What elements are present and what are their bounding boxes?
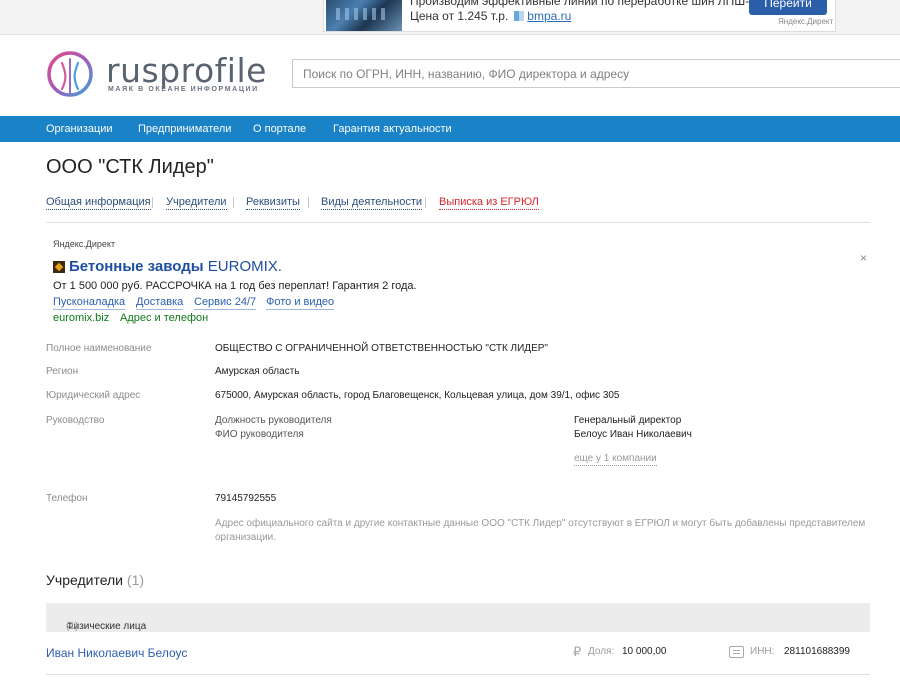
logo-tagline: МАЯК В ОКЕАНЕ ИНФОРМАЦИИ xyxy=(108,86,259,93)
nav-guarantee[interactable]: Гарантия актуальности xyxy=(333,116,452,142)
id-card-icon xyxy=(729,646,744,658)
ad-link-commissioning[interactable]: Пусконаладка xyxy=(53,296,126,310)
ad-link-delivery[interactable]: Доставка xyxy=(136,296,184,310)
ad-contacts-link[interactable]: Адрес и телефон xyxy=(120,312,208,324)
director-value: Белоус Иван Николаевич xyxy=(574,429,692,440)
direct-ad-title-bold: Бетонные заводы xyxy=(69,258,204,275)
share-value: 10 000,00 xyxy=(622,646,667,657)
tab-separator xyxy=(233,197,234,208)
ad-domain-link[interactable]: euromix.biz xyxy=(53,312,109,324)
top-ad-text: Производим эффективные линии по перерабо… xyxy=(410,0,773,8)
top-ad-direct-label: Яндекс.Директ xyxy=(778,17,834,26)
tab-egrul-extract[interactable]: Выписка из ЕГРЮЛ xyxy=(439,195,539,210)
region-label: Регион xyxy=(46,366,79,377)
divider xyxy=(46,674,870,675)
address-label: Юридический адрес xyxy=(46,390,141,401)
nav-entrepreneurs[interactable]: Предприниматели xyxy=(138,116,231,142)
page-title: ООО "СТК Лидер" xyxy=(46,156,214,178)
tab-separator xyxy=(308,197,309,208)
direct-ad-title-rest: EUROMIX. xyxy=(207,258,282,275)
direct-ad-text: От 1 500 000 руб. РАССРОЧКА на 1 год без… xyxy=(53,280,417,292)
phone-value: 79145792555 xyxy=(215,493,277,504)
divider xyxy=(46,222,870,223)
site-favicon-icon xyxy=(514,11,525,21)
inn-value: 281101688399 xyxy=(784,646,850,657)
top-ad-go-button[interactable]: Перейти xyxy=(749,0,827,15)
rusprofile-logo[interactable]: rusprofile МАЯК В ОКЕАНЕ ИНФОРМАЦИИ xyxy=(46,49,276,101)
contacts-note: Адрес официального сайта и другие контак… xyxy=(215,518,866,543)
full-name-label: Полное наименование xyxy=(46,343,152,354)
direct-ad-title-link[interactable]: Бетонные заводы EUROMIX. xyxy=(69,258,282,275)
ad-link-service[interactable]: Сервис 24/7 xyxy=(194,296,257,310)
ad-link-photo-video[interactable]: Фото и видео xyxy=(266,296,335,310)
tab-general-info[interactable]: Общая информация xyxy=(46,195,151,210)
direct-ad-label: Яндекс.Директ xyxy=(53,239,116,249)
top-ad-price-line: Цена от 1.245 т.р. bmpa.ru xyxy=(410,9,571,23)
search-input[interactable] xyxy=(292,59,900,88)
top-ad-domain-link[interactable]: bmpa.ru xyxy=(527,9,571,23)
inn-label: ИНН: xyxy=(750,646,775,657)
region-value: Амурская область xyxy=(215,366,300,377)
close-icon[interactable]: × xyxy=(860,251,867,265)
tab-activities[interactable]: Виды деятельности xyxy=(321,195,423,210)
director-label: ФИО руководителя xyxy=(215,429,304,440)
ad-favicon-icon xyxy=(53,261,65,273)
top-ad-price: Цена от 1.245 т.р. xyxy=(410,9,509,23)
position-label: Должность руководителя xyxy=(215,415,332,426)
address-value: 675000, Амурская область, город Благовещ… xyxy=(215,390,620,401)
tab-separator xyxy=(152,197,153,208)
founders-count: (1) xyxy=(126,572,145,588)
founders-title: Учредители xyxy=(46,572,124,588)
nav-about[interactable]: О портале xyxy=(253,116,306,142)
phone-label: Телефон xyxy=(46,493,88,504)
more-companies-link[interactable]: еще у 1 компании xyxy=(574,453,657,466)
tab-requisites[interactable]: Реквизиты xyxy=(246,195,300,210)
founders-section-title: Учредители (1) xyxy=(46,572,144,588)
management-label: Руководство xyxy=(46,415,105,426)
top-ad-image[interactable] xyxy=(326,0,402,31)
top-ad-box[interactable]: Производим эффективные линии по перерабо… xyxy=(323,0,836,32)
individuals-count: (1) xyxy=(66,621,79,632)
position-value: Генеральный директор xyxy=(574,415,682,426)
share-label: Доля: xyxy=(588,646,615,657)
lighthouse-logo-icon xyxy=(47,51,93,97)
top-banner-ad: Производим эффективные линии по перерабо… xyxy=(0,0,900,35)
individuals-group-header: Физические лица (1) xyxy=(46,603,870,632)
full-name-value: ОБЩЕСТВО С ОГРАНИЧЕННОЙ ОТВЕТСТВЕННОСТЬЮ… xyxy=(215,343,548,354)
ruble-icon: ₽ xyxy=(573,644,582,659)
founder-name-link[interactable]: Иван Николаевич Белоус xyxy=(46,646,187,660)
tab-separator xyxy=(425,197,426,208)
logo-wordmark: rusprofile xyxy=(106,51,267,90)
tab-founders[interactable]: Учредители xyxy=(166,195,227,210)
nav-organizations[interactable]: Организации xyxy=(46,116,113,142)
main-nav: Организации Предприниматели О портале Га… xyxy=(0,116,900,142)
